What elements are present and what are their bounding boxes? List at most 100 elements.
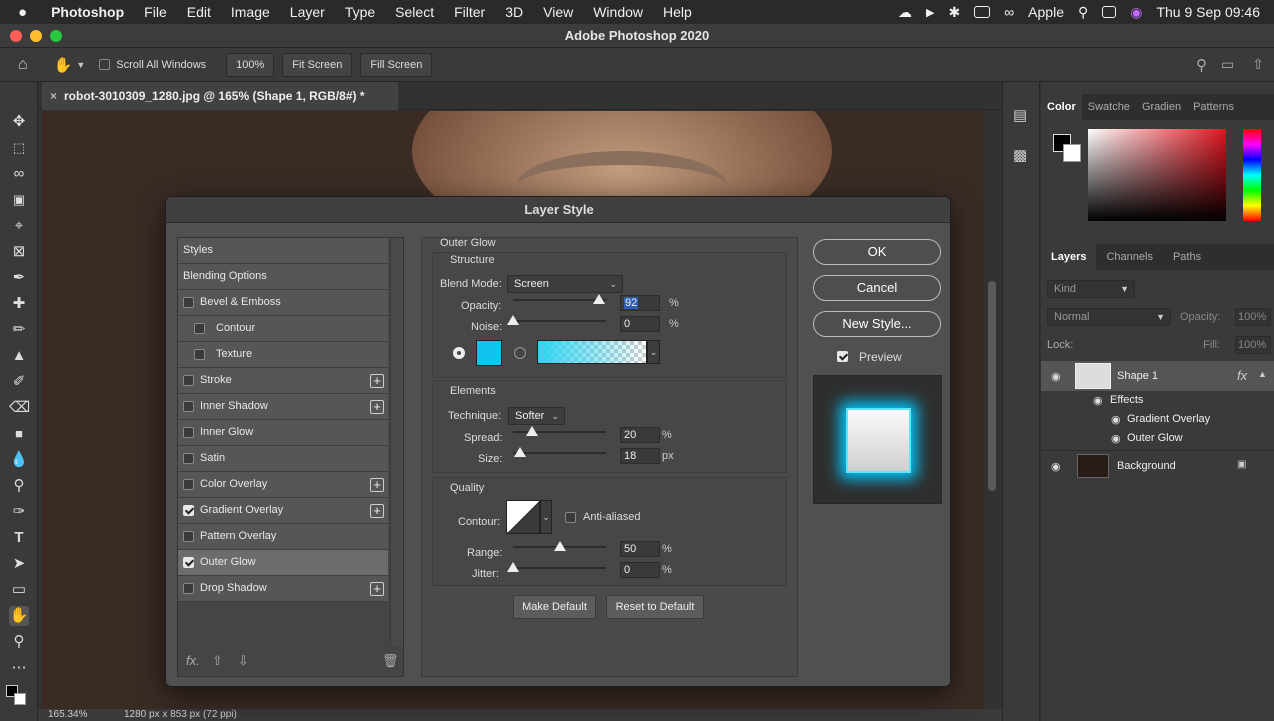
color-field[interactable]: [1088, 129, 1226, 221]
share-icon[interactable]: ⇧: [1252, 56, 1264, 73]
control-center-icon[interactable]: [1102, 6, 1116, 18]
libraries-panel-icon[interactable]: ▩: [1013, 146, 1027, 164]
color-background-swatch[interactable]: [1063, 144, 1081, 162]
style-item-checkbox[interactable]: [183, 505, 194, 516]
layer-blend-select[interactable]: Normal▼: [1047, 308, 1171, 326]
tab-paths[interactable]: Paths: [1163, 244, 1211, 270]
healing-tool-icon[interactable]: ✚: [9, 294, 29, 314]
link-icon[interactable]: ∞: [1004, 4, 1014, 20]
marquee-tool-icon[interactable]: ⬚: [9, 138, 29, 158]
tab-channels[interactable]: Channels: [1096, 244, 1162, 270]
menu-select[interactable]: Select: [385, 4, 444, 20]
play-icon[interactable]: ▶: [926, 6, 934, 19]
anti-aliased-checkbox[interactable]: [565, 512, 576, 523]
style-item[interactable]: Styles: [178, 238, 388, 264]
blend-mode-select[interactable]: Screen⌄: [507, 275, 623, 293]
rectangle-tool-icon[interactable]: ▭: [9, 580, 29, 600]
zoom-window-icon[interactable]: [50, 30, 62, 42]
style-item[interactable]: Outer Glow: [178, 550, 388, 576]
reset-default-button[interactable]: Reset to Default: [606, 595, 704, 619]
range-input[interactable]: 50: [620, 541, 660, 557]
chevron-down-icon[interactable]: ⌄: [647, 340, 660, 364]
style-item[interactable]: Gradient Overlay+: [178, 498, 388, 524]
menu-app[interactable]: Photoshop: [37, 4, 134, 20]
menu-layer[interactable]: Layer: [280, 4, 335, 20]
add-style-icon[interactable]: +: [370, 400, 384, 414]
style-item[interactable]: Inner Shadow+: [178, 394, 388, 420]
opacity-slider-knob[interactable]: [593, 294, 605, 304]
eye-icon[interactable]: ◉: [1111, 432, 1121, 445]
frame-tool-icon[interactable]: ⊠: [9, 242, 29, 262]
menu-view[interactable]: View: [533, 4, 583, 20]
add-style-icon[interactable]: +: [370, 374, 384, 388]
style-item-checkbox[interactable]: [183, 583, 194, 594]
bluetooth-icon[interactable]: ✱: [948, 4, 960, 21]
tab-swatches[interactable]: Swatche: [1082, 94, 1136, 120]
close-tab-icon[interactable]: ×: [50, 82, 57, 110]
noise-slider[interactable]: [513, 320, 606, 322]
style-item[interactable]: Texture: [178, 342, 388, 368]
siri-icon[interactable]: ◉: [1130, 4, 1142, 21]
menu-filter[interactable]: Filter: [444, 4, 495, 20]
style-item[interactable]: Pattern Overlay: [178, 524, 388, 550]
object-select-tool-icon[interactable]: ▣: [9, 190, 29, 210]
tab-gradients[interactable]: Gradien: [1136, 94, 1187, 120]
menu-edit[interactable]: Edit: [177, 4, 221, 20]
crop-tool-icon[interactable]: ⌖: [9, 216, 29, 236]
style-item-checkbox[interactable]: [183, 401, 194, 412]
style-item[interactable]: Inner Glow: [178, 420, 388, 446]
style-list-scrollbar[interactable]: [390, 238, 403, 646]
search-icon[interactable]: ⚲: [1078, 4, 1088, 21]
cancel-button[interactable]: Cancel: [813, 275, 941, 301]
noise-slider-knob[interactable]: [507, 315, 519, 325]
style-item[interactable]: Blending Options: [178, 264, 388, 290]
menu-window[interactable]: Window: [583, 4, 653, 20]
layer-filter-kind[interactable]: Kind▼: [1047, 280, 1135, 298]
home-icon[interactable]: ⌂: [18, 56, 28, 74]
path-select-tool-icon[interactable]: ➤: [9, 554, 29, 574]
make-default-button[interactable]: Make Default: [513, 595, 596, 619]
style-item-checkbox[interactable]: [194, 323, 205, 334]
chevron-down-icon[interactable]: ⌄: [540, 500, 552, 534]
trash-icon[interactable]: 🗑: [382, 653, 399, 669]
spread-slider[interactable]: [513, 431, 606, 433]
style-item-checkbox[interactable]: [183, 297, 194, 308]
glow-color-swatch[interactable]: [476, 340, 502, 366]
history-panel-icon[interactable]: ▤: [1013, 106, 1027, 124]
layer-effect-outer-glow[interactable]: ◉ Outer Glow: [1041, 429, 1274, 449]
minimize-window-icon[interactable]: [30, 30, 42, 42]
gradient-radio[interactable]: [514, 347, 526, 359]
size-slider[interactable]: [513, 452, 606, 454]
layer-shape-1[interactable]: ◉ Shape 1 fx ▲: [1041, 361, 1274, 391]
fx-icon[interactable]: fx: [1237, 368, 1247, 383]
scrollbar-thumb[interactable]: [988, 281, 996, 491]
jitter-slider[interactable]: [513, 567, 606, 569]
jitter-input[interactable]: 0: [620, 562, 660, 578]
menu-3d[interactable]: 3D: [495, 4, 533, 20]
style-item-checkbox[interactable]: [183, 531, 194, 542]
opacity-slider[interactable]: [513, 299, 606, 301]
move-down-icon[interactable]: ⇩: [238, 653, 249, 669]
menu-help[interactable]: Help: [653, 4, 702, 20]
size-slider-knob[interactable]: [514, 447, 526, 457]
fit-screen-button[interactable]: Fit Screen: [282, 53, 352, 77]
size-input[interactable]: 18: [620, 448, 660, 464]
opacity-input[interactable]: 92: [620, 295, 660, 311]
eyedropper-tool-icon[interactable]: ✒: [9, 268, 29, 288]
fill-screen-button[interactable]: Fill Screen: [360, 53, 432, 77]
layer-effect-gradient-overlay[interactable]: ◉ Gradient Overlay: [1041, 410, 1274, 430]
spread-slider-knob[interactable]: [526, 426, 538, 436]
style-item-checkbox[interactable]: [183, 557, 194, 568]
add-style-icon[interactable]: +: [370, 478, 384, 492]
style-item-checkbox[interactable]: [183, 375, 194, 386]
layer-background[interactable]: ◉ Background ▣: [1041, 450, 1274, 480]
close-window-icon[interactable]: [10, 30, 22, 42]
menu-account[interactable]: Apple: [1028, 4, 1064, 20]
brush-tool-icon[interactable]: ✏: [9, 320, 29, 340]
move-tool-icon[interactable]: ✥: [9, 112, 29, 132]
canvas-scrollbar[interactable]: [984, 111, 1002, 709]
style-item-checkbox[interactable]: [183, 479, 194, 490]
add-style-icon[interactable]: +: [370, 504, 384, 518]
style-item[interactable]: Bevel & Emboss: [178, 290, 388, 316]
ok-button[interactable]: OK: [813, 239, 941, 265]
